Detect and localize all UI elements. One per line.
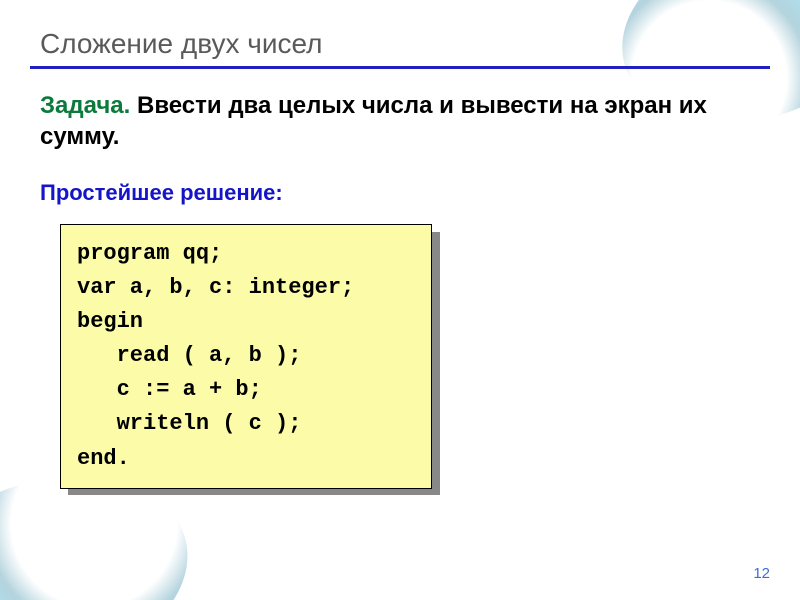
task-label: Задача. (40, 92, 130, 119)
slide-title: Сложение двух чисел (40, 28, 760, 60)
task-body: Ввести два целых числа и вывести на экра… (40, 92, 707, 150)
title-underline (30, 66, 770, 69)
page-number: 12 (753, 565, 770, 582)
solution-subheading: Простейшее решение: (40, 180, 283, 206)
code-content: program qq; var a, b, c: integer; begin … (77, 237, 415, 476)
slide: Сложение двух чисел Задача. Ввести два ц… (0, 0, 800, 600)
task-text: Задача. Ввести два целых числа и вывести… (40, 90, 760, 152)
code-box: program qq; var a, b, c: integer; begin … (60, 224, 432, 489)
